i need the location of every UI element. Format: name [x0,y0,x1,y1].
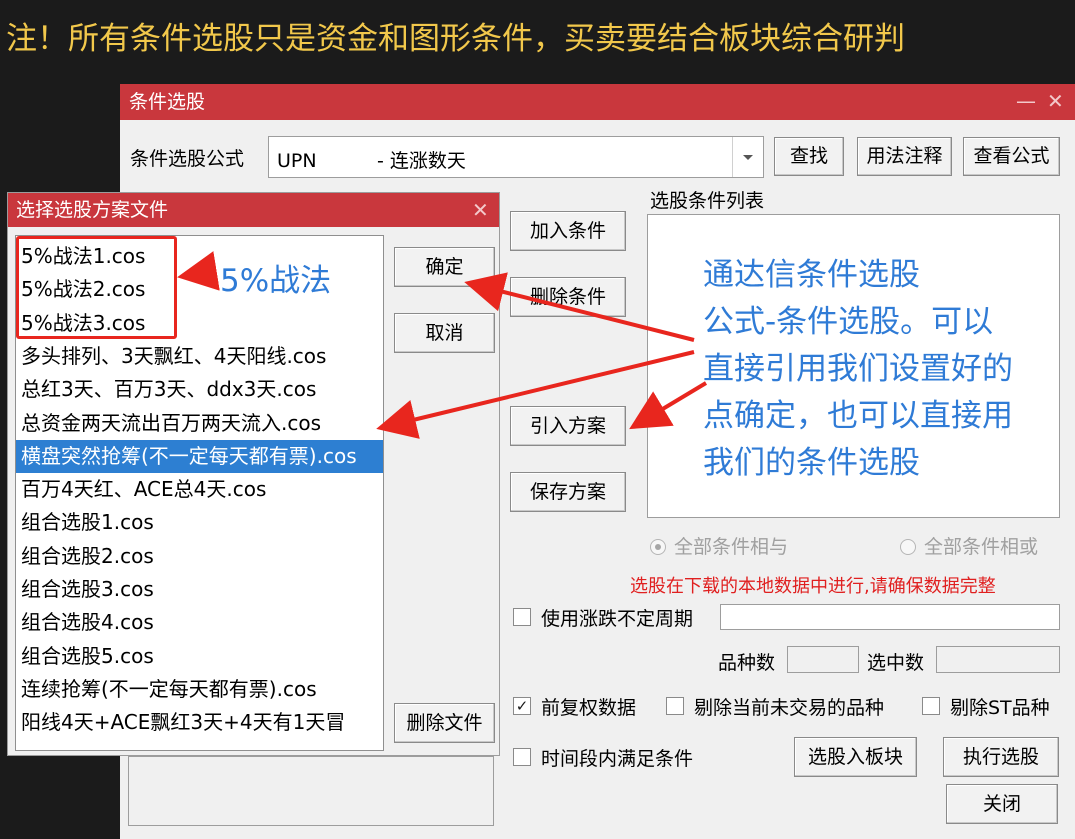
save-plan-button[interactable]: 保存方案 [510,472,626,512]
explain-line: 公式-条件选股。可以 [703,304,994,340]
variable-period-checkbox[interactable] [513,608,531,626]
warning-text: 选股在下载的本地数据中进行,请确保数据完整 [630,576,996,597]
file-item[interactable]: 组合选股3.cos [16,573,383,606]
close-icon[interactable]: ✕ [472,193,489,227]
file-item[interactable]: 阳线4天+ACE飘红3天+4天有1天冒 [16,706,383,739]
radio-dot-icon [650,539,666,555]
file-item[interactable]: 连续抢筹(不一定每天都有票).cos [16,673,383,706]
stock-count-label: 品种数 [718,652,776,674]
variable-period-input[interactable] [720,604,1060,630]
dropdown-toggle[interactable] [732,137,763,177]
radio-and-label: 全部条件相与 [674,536,789,558]
highlight-box [16,236,177,339]
radio-or-label: 全部条件相或 [924,536,1039,558]
cancel-button[interactable]: 取消 [394,313,495,353]
chevron-down-icon [743,155,753,160]
delete-condition-button[interactable]: 删除条件 [510,277,626,317]
minimize-icon[interactable]: — [1016,84,1036,118]
period-condition-checkbox[interactable] [513,748,531,766]
close-icon[interactable]: ✕ [1047,84,1064,118]
period-condition-label: 时间段内满足条件 [541,748,694,770]
file-item[interactable]: 横盘突然抢筹(不一定每天都有票).cos [16,439,383,473]
file-item[interactable]: 组合选股5.cos [16,640,383,673]
notice-banner: 注！所有条件选股只是资金和图形条件，买卖要结合板块综合研判 [6,21,905,57]
radio-all-and[interactable]: 全部条件相与 [650,532,788,559]
formula-label: 条件选股公式 [130,148,245,170]
formula-select[interactable]: UPN - 连涨数天 [268,136,764,178]
import-plan-button[interactable]: 引入方案 [510,406,626,446]
exclude-untraded-checkbox[interactable] [666,697,684,715]
window-title: 条件选股 [129,91,206,113]
file-item[interactable]: 总资金两天流出百万两天流入.cos [16,407,383,440]
delete-file-button[interactable]: 删除文件 [394,703,495,743]
variable-period-label: 使用涨跌不定周期 [541,608,694,630]
formula-value: UPN - 连涨数天 [277,150,466,172]
exclude-untraded-label: 剔除当前未交易的品种 [694,697,885,719]
exclude-st-checkbox[interactable] [922,697,940,715]
lower-panel [128,756,494,826]
file-item[interactable]: 总红3天、百万3天、ddx3天.cos [16,373,383,406]
explanation-annotation: 通达信条件选股 公式-条件选股。可以 直接引用我们设置好的 点确定，也可以直接用… [703,252,1013,487]
adjusted-data-label: 前复权数据 [541,697,637,719]
file-item[interactable]: 多头排列、3天飘红、4天阳线.cos [16,340,383,373]
add-to-block-button[interactable]: 选股入板块 [794,737,917,777]
explain-line: 直接引用我们设置好的 [703,351,1013,387]
explain-line: 我们的条件选股 [703,445,920,481]
close-button[interactable]: 关闭 [946,784,1058,824]
main-titlebar[interactable]: 条件选股 — ✕ [120,84,1075,120]
tag-5pct-annotation: 5%战法 [220,263,332,299]
view-formula-button[interactable]: 查看公式 [963,137,1060,176]
file-item[interactable]: 组合选股1.cos [16,506,383,539]
file-dialog-titlebar[interactable]: 选择选股方案文件 ✕ [8,193,499,227]
find-button[interactable]: 查找 [774,137,844,176]
file-dialog-title: 选择选股方案文件 [16,199,169,221]
stock-count-field [787,646,859,673]
adjusted-data-checkbox[interactable]: ✓ [513,697,531,715]
radio-dot-icon [900,539,916,555]
radio-all-or[interactable]: 全部条件相或 [900,532,1038,559]
explain-line: 通达信条件选股 [703,257,920,293]
selected-count-field [936,646,1060,673]
ok-button[interactable]: 确定 [394,247,495,287]
file-item[interactable]: 组合选股2.cos [16,540,383,573]
file-item[interactable]: 百万4天红、ACE总4天.cos [16,473,383,506]
explain-line: 点确定，也可以直接用 [703,398,1013,434]
usage-notes-button[interactable]: 用法注释 [857,137,952,176]
execute-select-button[interactable]: 执行选股 [943,737,1059,777]
add-condition-button[interactable]: 加入条件 [510,211,626,251]
exclude-st-label: 剔除ST品种 [950,697,1050,719]
selected-count-label: 选中数 [867,652,925,674]
check-icon: ✓ [515,697,529,715]
file-item[interactable]: 组合选股4.cos [16,606,383,639]
condition-list-label: 选股条件列表 [650,190,765,212]
